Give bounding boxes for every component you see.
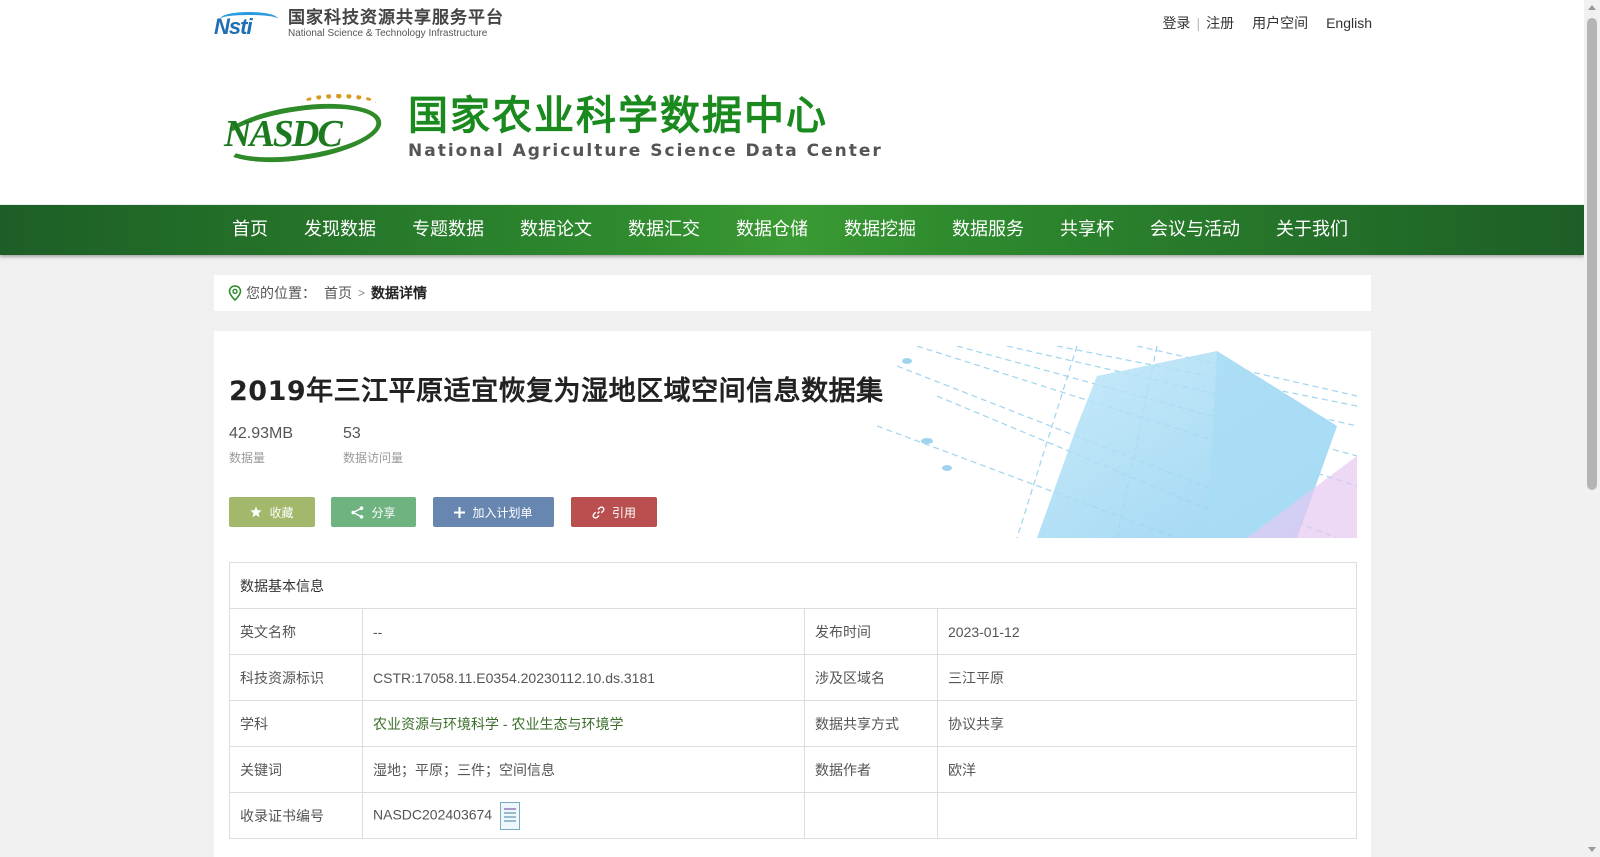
nasdc-logo-icon: NASDC [214,92,386,172]
nav-item-data-submission[interactable]: 数据汇交 [610,205,718,255]
cell-value: -- [362,608,805,655]
divider: | [1196,15,1201,31]
nav-item-data-mining[interactable]: 数据挖掘 [826,205,934,255]
basic-info-table: 数据基本信息 英文名称 -- 发布时间 2023-01-12 科技资源标识 CS… [229,562,1357,839]
cell-value: CSTR:17058.11.E0354.20230112.10.ds.3181 [362,654,805,701]
breadcrumb: 您的位置： 首页 > 数据详情 [214,275,1371,311]
stat-value: 53 [343,425,361,442]
register-link[interactable]: 注册 [1206,13,1234,33]
sub-discipline-link[interactable]: 农业生态与环境学 [511,716,623,732]
table-heading: 数据基本信息 [229,562,1357,609]
scroll-thumb[interactable] [1587,18,1597,490]
table-row: 科技资源标识 CSTR:17058.11.E0354.20230112.10.d… [229,654,1357,701]
main-nav: 首页 发现数据 专题数据 数据论文 数据汇交 数据仓储 数据挖掘 数据服务 共享… [0,205,1584,255]
favorite-button[interactable]: 收藏 [229,497,315,527]
cell-value: 协议共享 [937,700,1357,747]
scroll-down-icon[interactable] [1588,847,1596,852]
stat-visit-count: 53 数据访问量 [343,425,403,466]
share-icon [351,505,364,519]
nav-item-events[interactable]: 会议与活动 [1132,205,1258,255]
table-row: 英文名称 -- 发布时间 2023-01-12 [229,608,1357,655]
cell-label: 涉及区域名 [804,654,938,701]
center-name-en: National Agriculture Science Data Center [408,141,883,161]
dataset-card: 2019年三江平原适宜恢复为湿地区域空间信息数据集 42.93MB 数据量 53… [214,331,1371,857]
stat-value: 42.93MB [229,425,294,442]
login-link[interactable]: 登录 [1162,13,1190,33]
center-logo[interactable]: NASDC 国家农业科学数据中心 National Agriculture Sc… [214,92,883,172]
cell-label [804,792,938,839]
stat-data-size: 42.93MB 数据量 [229,425,293,466]
user-space-link[interactable]: 用户空间 [1252,13,1308,33]
breadcrumb-current: 数据详情 [371,285,428,301]
breadcrumb-arrow-icon: > [358,286,366,300]
stat-label: 数据量 [229,451,266,465]
nav-item-about[interactable]: 关于我们 [1258,205,1366,255]
nsti-logo-icon: Nsti [214,10,280,39]
platform-name-en: National Science & Technology Infrastruc… [288,27,488,39]
certificate-icon[interactable] [500,801,521,830]
cell-label: 发布时间 [804,608,938,655]
nav-item-data-repository[interactable]: 数据仓储 [718,205,826,255]
breadcrumb-home-link[interactable]: 首页 [324,283,352,303]
nav-item-discover-data[interactable]: 发现数据 [286,205,394,255]
table-row: 关键词 湿地；平原；三件；空间信息 数据作者 欧洋 [229,746,1357,793]
page-scrollbar[interactable] [1584,0,1600,857]
nav-item-data-papers[interactable]: 数据论文 [502,205,610,255]
star-icon [250,506,263,518]
english-link[interactable]: English [1326,15,1372,31]
discipline-link[interactable]: 农业资源与环境科学 [373,716,499,732]
nav-item-topic-data[interactable]: 专题数据 [394,205,502,255]
cell-label: 关键词 [229,746,363,793]
cell-label: 收录证书编号 [229,792,363,839]
share-button[interactable]: 分享 [331,497,416,527]
cell-label: 科技资源标识 [229,654,363,701]
cell-value: NASDC202403674 [362,792,805,839]
nav-item-sharing-cup[interactable]: 共享杯 [1042,205,1132,255]
cell-value: 欧洋 [937,746,1357,793]
scroll-up-icon[interactable] [1588,5,1596,10]
cell-value [937,792,1357,839]
decorative-banner-image [877,346,1357,538]
platform-logo[interactable]: Nsti 国家科技资源共享服务平台 National Science & Tec… [214,8,504,40]
breadcrumb-prefix: 您的位置： [246,285,316,301]
link-icon [592,505,605,519]
location-pin-icon [228,285,242,301]
cell-value: 农业资源与环境科学 - 农业生态与环境学 [362,700,805,747]
table-row: 学科 农业资源与环境科学 - 农业生态与环境学 数据共享方式 协议共享 [229,700,1357,747]
cell-value: 三江平原 [937,654,1357,701]
cell-value: 湿地；平原；三件；空间信息 [362,746,805,793]
cell-label: 英文名称 [229,608,363,655]
add-to-plan-button[interactable]: 加入计划单 [433,497,554,527]
stat-label: 数据访问量 [343,451,404,465]
nav-item-data-services[interactable]: 数据服务 [934,205,1042,255]
cell-value: 2023-01-12 [937,608,1357,655]
certificate-number: NASDC202403674 [373,806,493,823]
cite-button[interactable]: 引用 [571,497,657,527]
center-name-cn: 国家农业科学数据中心 [408,93,828,139]
top-links: 登录 | 注册 用户空间 English [1162,13,1372,33]
cell-label: 学科 [229,700,363,747]
nav-item-home[interactable]: 首页 [214,205,286,255]
plus-icon [454,506,466,518]
platform-name-cn: 国家科技资源共享服务平台 [288,7,504,28]
dataset-title: 2019年三江平原适宜恢复为湿地区域空间信息数据集 [229,376,884,407]
cell-label: 数据共享方式 [804,700,938,747]
cell-label: 数据作者 [804,746,938,793]
table-row: 收录证书编号 NASDC202403674 [229,792,1357,839]
